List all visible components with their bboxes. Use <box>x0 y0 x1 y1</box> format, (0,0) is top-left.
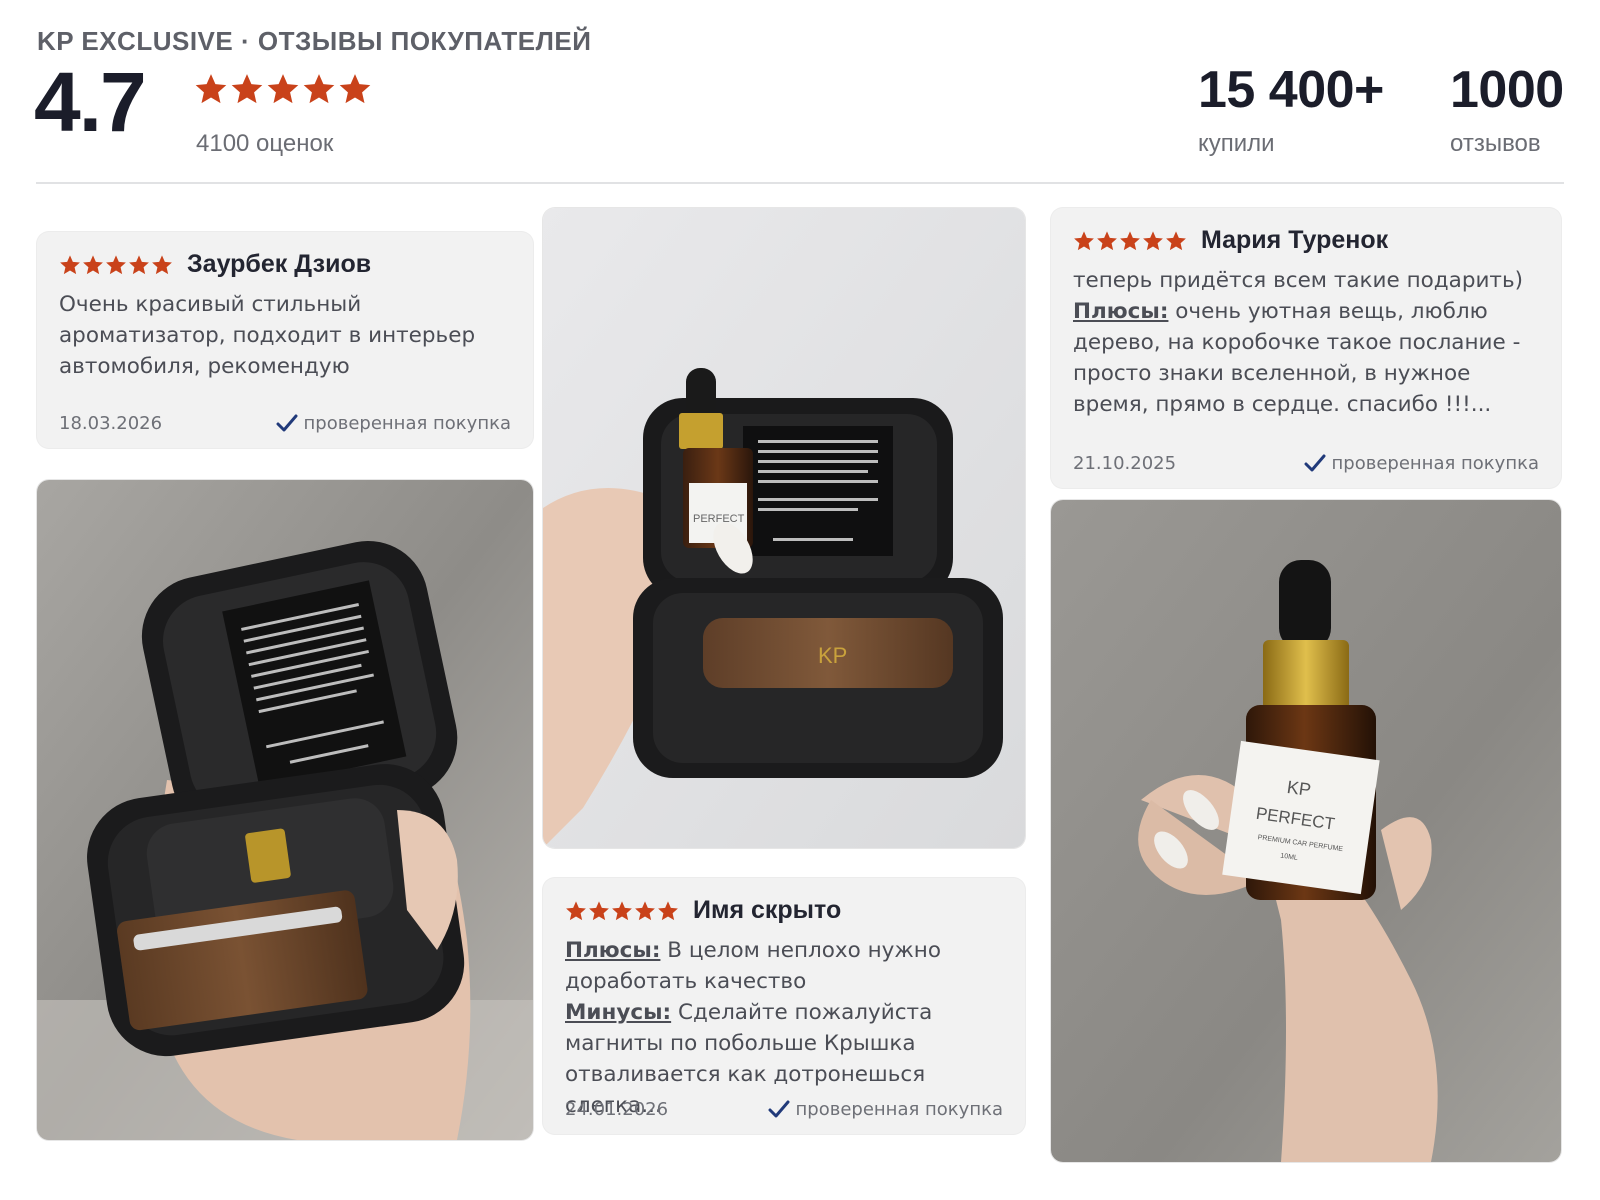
review-photo[interactable] <box>37 480 533 1140</box>
review-date: 21.10.2025 <box>1073 453 1177 474</box>
rating-count: 4100 оценок <box>196 130 334 157</box>
review-photo[interactable]: KP PERFECT <box>543 208 1025 848</box>
review-text-intro: теперь придётся всем такие подарить) <box>1073 268 1524 293</box>
verified-purchase: проверенная покупка <box>768 1099 1003 1120</box>
verified-purchase: проверенная покупка <box>1304 453 1539 474</box>
review-author: Мария Туренок <box>1201 226 1389 254</box>
review-photo[interactable]: KP PERFECT PREMIUM CAR PERFUME 10ML <box>1051 500 1561 1162</box>
star-icon <box>566 900 586 920</box>
review-text: Плюсы: В целом неплохо нужно доработать … <box>565 935 1003 1121</box>
star-icon <box>1166 230 1186 250</box>
star-icon <box>339 74 371 104</box>
review-author: Имя скрыто <box>693 896 842 924</box>
star-icon <box>658 900 678 920</box>
verified-label: проверенная покупка <box>303 413 511 434</box>
cons-label: Минусы: <box>565 1000 672 1025</box>
review-author: Заурбек Дзиов <box>187 250 372 278</box>
stat-bought-label: купили <box>1198 130 1275 157</box>
checkmark-icon <box>768 1100 790 1118</box>
review-card[interactable]: Заурбек Дзиов Очень красивый стильный ар… <box>37 232 533 448</box>
star-icon <box>152 254 172 274</box>
brand-line: KP EXCLUSIVE · ОТЗЫВЫ ПОКУПАТЕЛЕЙ <box>37 26 592 56</box>
star-icon <box>267 74 299 104</box>
star-icon <box>303 74 335 104</box>
star-icon <box>231 74 263 104</box>
pros-label: Плюсы: <box>1073 299 1169 324</box>
stat-reviews: 1000 отзывов <box>1450 64 1564 158</box>
star-icon <box>60 254 80 274</box>
star-icon <box>195 74 227 104</box>
svg-text:KP: KP <box>818 643 847 668</box>
verified-purchase: проверенная покупка <box>276 413 511 434</box>
stat-bought-value: 15 400+ <box>1198 61 1384 119</box>
review-stars <box>565 900 679 922</box>
verified-label: проверенная покупка <box>795 1099 1003 1120</box>
checkmark-icon <box>276 414 298 432</box>
pros-label: Плюсы: <box>565 938 661 963</box>
rating-stars <box>194 72 372 106</box>
stat-reviews-value: 1000 <box>1450 61 1564 119</box>
stat-bought: 15 400+ купили <box>1198 64 1384 158</box>
star-icon <box>106 254 126 274</box>
star-icon <box>1143 230 1163 250</box>
review-card[interactable]: Имя скрыто Плюсы: В целом неплохо нужно … <box>543 878 1025 1134</box>
stat-reviews-label: отзывов <box>1450 130 1541 157</box>
star-icon <box>1120 230 1140 250</box>
star-icon <box>1097 230 1117 250</box>
review-text: Очень красивый стильный ароматизатор, по… <box>59 292 476 379</box>
verified-label: проверенная покупка <box>1331 453 1539 474</box>
checkmark-icon <box>1304 454 1326 472</box>
header-divider <box>36 182 1564 184</box>
review-text: теперь придётся всем такие подарить) Плю… <box>1073 265 1539 420</box>
star-icon <box>1074 230 1094 250</box>
star-icon <box>83 254 103 274</box>
review-stars <box>59 254 173 276</box>
review-date: 18.03.2026 <box>59 413 163 434</box>
average-rating: 4.7 <box>34 55 147 149</box>
review-stars <box>1073 230 1187 252</box>
review-card[interactable]: Мария Туренок теперь придётся всем такие… <box>1051 208 1561 488</box>
bottle-label: PERFECT <box>693 513 745 525</box>
star-icon <box>612 900 632 920</box>
review-date: 24.01.2026 <box>565 1099 669 1120</box>
star-icon <box>589 900 609 920</box>
star-icon <box>129 254 149 274</box>
bottle-logo: KP <box>1286 777 1313 800</box>
star-icon <box>635 900 655 920</box>
